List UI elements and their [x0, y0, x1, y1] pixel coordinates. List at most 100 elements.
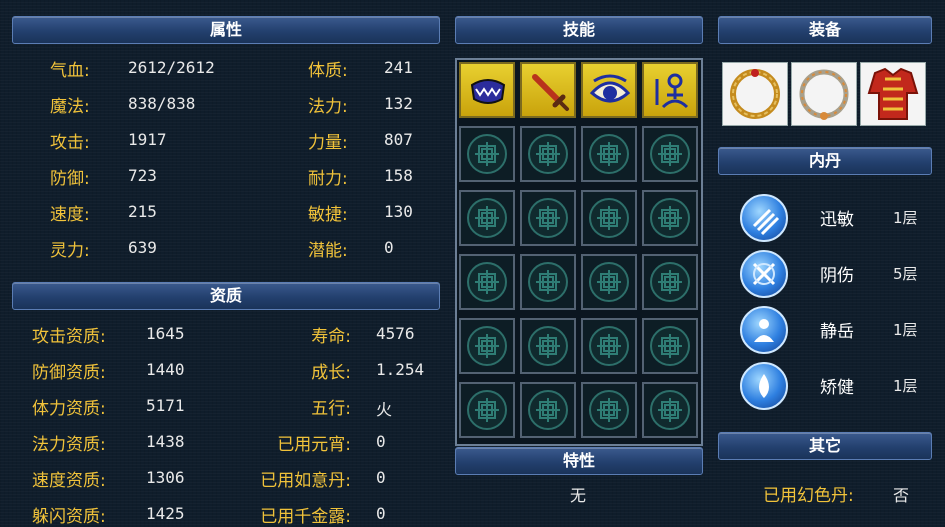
lifespan-value: 4576 [376, 324, 415, 343]
attributes-header: 属性 [12, 16, 440, 44]
yin-damage-core-icon[interactable] [740, 250, 788, 298]
speed-aptitude-label: 速度资质: [32, 471, 106, 491]
magic-value: 132 [384, 94, 413, 113]
skill-slot-empty[interactable] [520, 254, 576, 310]
empty-slot-knot-icon [528, 262, 568, 302]
skill-slot-empty[interactable] [459, 382, 515, 438]
strength-value: 807 [384, 130, 413, 149]
equipment-slot[interactable] [722, 62, 788, 126]
element-label: 五行: [311, 399, 351, 419]
armor-icon [867, 67, 919, 120]
core-level: 1层 [893, 209, 918, 227]
stillness-core-icon[interactable] [740, 306, 788, 354]
core-name: 迅敏 [820, 210, 854, 230]
skill-slot-empty[interactable] [459, 318, 515, 374]
skill-slot-empty[interactable] [642, 190, 698, 246]
spirit-value: 639 [128, 238, 157, 257]
skill-slot-empty[interactable] [581, 254, 637, 310]
skill-slot-empty[interactable] [642, 126, 698, 182]
skill-slot-empty[interactable] [459, 126, 515, 182]
core-name: 静岳 [820, 322, 854, 342]
stamina-aptitude-value: 5171 [146, 396, 185, 415]
traits-value: 无 [570, 486, 587, 505]
spirit-label: 灵力: [50, 241, 90, 261]
skill-grid [455, 58, 703, 446]
agility-label: 敏捷: [308, 205, 348, 225]
speed-aptitude-value: 1306 [146, 468, 185, 487]
eye-icon [589, 74, 631, 103]
defense-aptitude-value: 1440 [146, 360, 185, 379]
strength-label: 力量: [308, 133, 348, 153]
empty-slot-knot-icon [650, 390, 690, 430]
potential-label: 潜能: [308, 241, 348, 261]
defense-aptitude-label: 防御资质: [32, 363, 106, 383]
attack-value: 1917 [128, 130, 167, 149]
empty-slot-knot-icon [528, 390, 568, 430]
speed-value: 215 [128, 202, 157, 221]
empty-slot-knot-icon [467, 134, 507, 174]
skill-slot-empty[interactable] [642, 254, 698, 310]
skill-slot-empty[interactable] [581, 190, 637, 246]
skill-slot-empty[interactable] [459, 254, 515, 310]
skill-slot-empty[interactable] [581, 382, 637, 438]
empty-slot-knot-icon [467, 326, 507, 366]
empty-slot-knot-icon [528, 134, 568, 174]
empty-slot-knot-icon [650, 198, 690, 238]
empty-slot-knot-icon [528, 326, 568, 366]
skill-slot-empty[interactable] [520, 190, 576, 246]
empty-slot-knot-icon [589, 390, 629, 430]
mp-value: 838/838 [128, 94, 196, 113]
core-name: 阴伤 [820, 266, 854, 286]
empty-slot-knot-icon [589, 198, 629, 238]
equipment-slot[interactable] [791, 62, 857, 126]
skill-slot[interactable] [459, 62, 515, 118]
empty-slot-knot-icon [467, 198, 507, 238]
skill-slot[interactable] [642, 62, 698, 118]
lifespan-label: 寿命: [311, 327, 351, 347]
skill-slot-empty[interactable] [520, 318, 576, 374]
endurance-value: 158 [384, 166, 413, 185]
used-yuanxiao-label: 已用元宵: [277, 435, 351, 455]
skill-slot-empty[interactable] [459, 190, 515, 246]
inner-core-header: 内丹 [718, 147, 932, 175]
magic-aptitude-value: 1438 [146, 432, 185, 451]
empty-slot-knot-icon [589, 262, 629, 302]
core-level: 1层 [893, 321, 918, 339]
equipment-slot[interactable] [860, 62, 926, 126]
empty-slot-knot-icon [650, 134, 690, 174]
defense-label: 防御: [50, 169, 90, 189]
skill-slot-empty[interactable] [581, 318, 637, 374]
magic-label: 法力: [308, 97, 348, 117]
constitution-label: 体质: [308, 61, 348, 81]
aptitude-header: 资质 [12, 282, 440, 310]
skill-slot[interactable] [581, 62, 637, 118]
attack-label: 攻击: [50, 133, 90, 153]
skill-slot[interactable] [520, 62, 576, 118]
skill-slot-empty[interactable] [642, 318, 698, 374]
potential-value: 0 [384, 238, 394, 257]
equipment-header: 装备 [718, 16, 932, 44]
agility-value: 130 [384, 202, 413, 221]
defense-value: 723 [128, 166, 157, 185]
used-yuanxiao-value: 0 [376, 432, 386, 451]
empty-slot-knot-icon [467, 262, 507, 302]
skill-slot-empty[interactable] [642, 382, 698, 438]
skill-slot-empty[interactable] [520, 382, 576, 438]
empty-slot-knot-icon [589, 326, 629, 366]
dodge-aptitude-label: 躲闪资质: [32, 507, 106, 527]
agility-core-icon[interactable] [740, 194, 788, 242]
skill-slot-empty[interactable] [581, 126, 637, 182]
growth-label: 成长: [311, 363, 351, 383]
attack-aptitude-value: 1645 [146, 324, 185, 343]
core-name: 矫健 [820, 378, 854, 398]
necklace-icon [799, 69, 849, 120]
element-value: 火 [376, 400, 393, 419]
core-level: 1层 [893, 377, 918, 395]
empty-slot-knot-icon [650, 326, 690, 366]
sword-icon [532, 74, 569, 111]
vigor-core-icon[interactable] [740, 362, 788, 410]
used-qianjinlu-label: 已用千金露: [260, 507, 351, 527]
speed-label: 速度: [50, 205, 90, 225]
skill-slot-empty[interactable] [520, 126, 576, 182]
attack-aptitude-label: 攻击资质: [32, 327, 106, 347]
